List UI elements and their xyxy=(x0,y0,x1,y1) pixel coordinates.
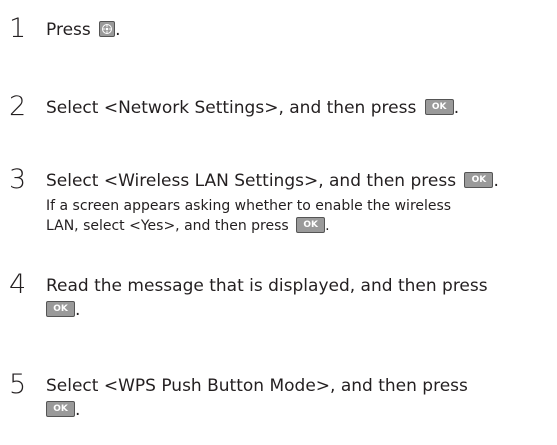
step-instruction: Press xyxy=(46,20,97,40)
step-period: . xyxy=(75,400,81,420)
step-number: 3 xyxy=(9,164,27,195)
step-text: Select <WPS Push Button Mode>, and then … xyxy=(46,376,468,396)
step-text-continued: OK. xyxy=(46,399,80,421)
step-note-line-1: If a screen appears asking whether to en… xyxy=(46,198,452,214)
step-period: . xyxy=(453,98,460,118)
step-note-text: LAN, select <Yes>, and then press xyxy=(46,218,294,234)
step-instruction: Select <Network Settings>, and then pres… xyxy=(46,98,422,118)
ok-key-icon: OK xyxy=(46,400,75,417)
step-note-line-2: LAN, select <Yes>, and then press OK. xyxy=(46,216,330,236)
step-number: 4 xyxy=(9,269,27,300)
step-text-continued: OK. xyxy=(46,299,80,321)
step-text: Press . xyxy=(46,19,121,41)
ok-key-icon: OK xyxy=(424,98,454,115)
step-number: 5 xyxy=(9,369,27,400)
step-text: Select <Network Settings>, and then pres… xyxy=(46,97,459,119)
step-period: . xyxy=(115,20,121,40)
step-period: . xyxy=(325,218,330,234)
menu-icon xyxy=(99,20,116,37)
step-period: . xyxy=(493,171,499,191)
step-number: 1 xyxy=(9,13,27,44)
step-number: 2 xyxy=(9,91,27,122)
step-text: Select <Wireless LAN Settings>, and then… xyxy=(46,170,499,192)
step-text: Read the message that is displayed, and … xyxy=(46,276,488,296)
ok-key-icon: OK xyxy=(296,216,326,233)
ok-key-icon: OK xyxy=(464,171,494,188)
step-period: . xyxy=(75,300,81,320)
step-instruction: Select <Wireless LAN Settings>, and then… xyxy=(46,171,462,191)
ok-key-icon: OK xyxy=(46,300,75,317)
